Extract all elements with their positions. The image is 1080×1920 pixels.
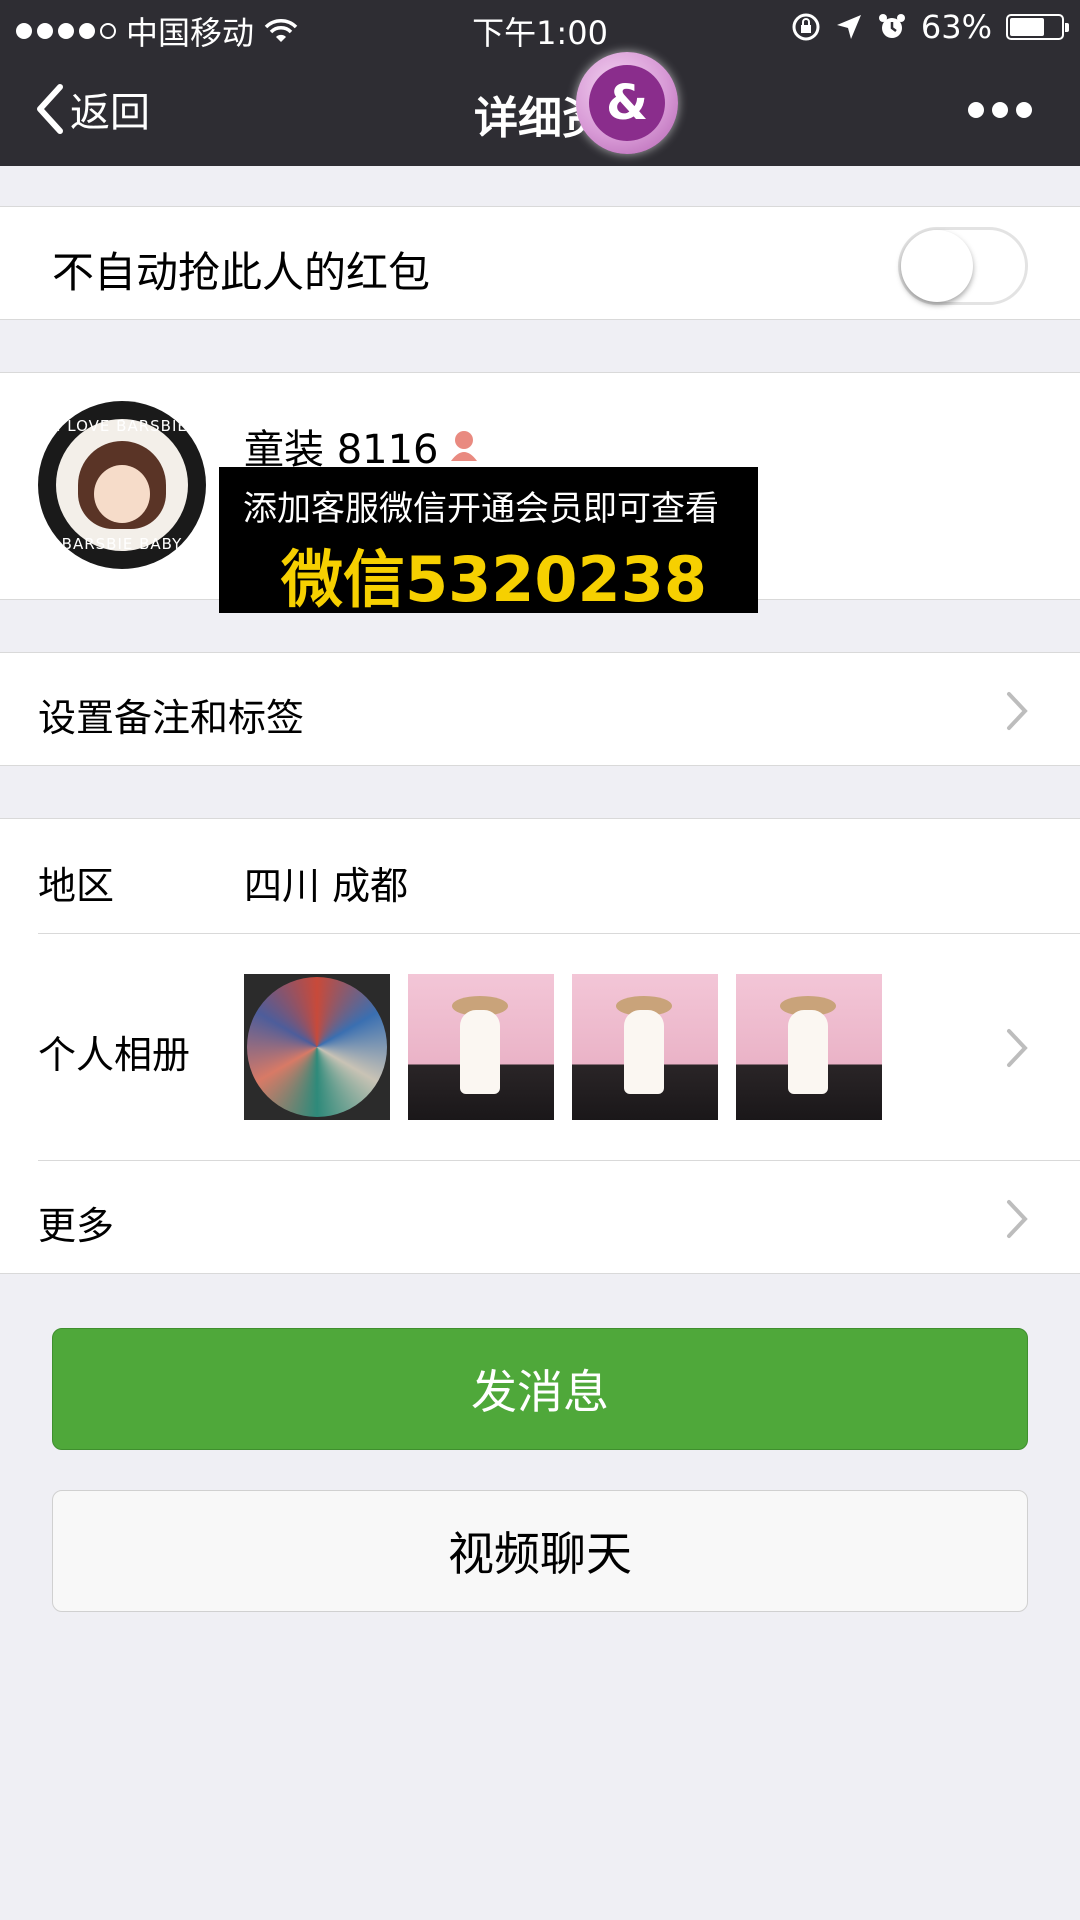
chevron-right-icon xyxy=(1006,691,1028,731)
alarm-icon xyxy=(878,14,905,38)
promo-line-1: 添加客服微信开通会员即可查看 xyxy=(243,489,719,529)
watermark-badge-icon: & xyxy=(576,52,678,154)
more-options-button[interactable] xyxy=(968,102,1032,118)
promo-line-2: 微信5320238 xyxy=(281,543,707,616)
female-icon xyxy=(450,431,477,461)
profile-card: I LOVE BARSBIE BARSBIE BABY 童装 8116 添加客服… xyxy=(0,372,1080,616)
info-group: 地区 四川 成都 个人相册 更多 xyxy=(0,818,1080,1274)
chevron-right-icon xyxy=(1006,1199,1028,1239)
region-value: 四川 成都 xyxy=(244,864,409,908)
album-photo xyxy=(408,974,554,1120)
promo-overlay: 添加客服微信开通会员即可查看 微信5320238 xyxy=(219,467,758,616)
status-bar: 中国移动 下午1:00 63% xyxy=(0,0,1080,54)
more-row[interactable]: 更多 xyxy=(0,1161,1080,1274)
nav-bar: 返回 详细资 xyxy=(0,54,1080,166)
red-packet-label: 不自动抢此人的红包 xyxy=(52,248,431,297)
album-row[interactable]: 个人相册 xyxy=(0,934,1080,1160)
red-packet-toggle[interactable] xyxy=(898,227,1028,305)
album-photos xyxy=(244,974,882,1120)
remark-row[interactable]: 设置备注和标签 xyxy=(0,652,1080,766)
more-label: 更多 xyxy=(38,1204,115,1248)
battery-percent: 63% xyxy=(920,8,992,46)
avatar[interactable]: I LOVE BARSBIE BARSBIE BABY xyxy=(38,401,206,569)
watermark-badge-text: & xyxy=(589,65,665,141)
video-chat-button[interactable]: 视频聊天 xyxy=(52,1490,1028,1612)
battery-icon xyxy=(1006,14,1069,40)
region-label: 地区 xyxy=(38,864,115,908)
album-photo xyxy=(736,974,882,1120)
remark-label: 设置备注和标签 xyxy=(38,696,305,740)
status-right: 63% xyxy=(791,8,1069,46)
album-photo xyxy=(244,974,390,1120)
toggle-knob xyxy=(901,230,973,302)
avatar-text-top: I LOVE BARSBIE xyxy=(56,417,188,435)
page-title: 详细资 xyxy=(474,93,606,144)
location-icon xyxy=(836,15,861,39)
avatar-text-bottom: BARSBIE BABY xyxy=(61,535,183,553)
red-packet-row: 不自动抢此人的红包 xyxy=(0,206,1080,320)
profile-screen: 中国移动 下午1:00 63% 返回 详细资 & 不自动抢此人的红包 I LOV… xyxy=(0,0,1080,1920)
send-message-button[interactable]: 发消息 xyxy=(52,1328,1028,1450)
album-label: 个人相册 xyxy=(38,1033,191,1077)
album-photo xyxy=(572,974,718,1120)
top-bar: 中国移动 下午1:00 63% 返回 详细资 & xyxy=(0,0,1080,166)
rotation-lock-icon xyxy=(792,13,820,41)
chevron-right-icon xyxy=(1006,1028,1028,1068)
